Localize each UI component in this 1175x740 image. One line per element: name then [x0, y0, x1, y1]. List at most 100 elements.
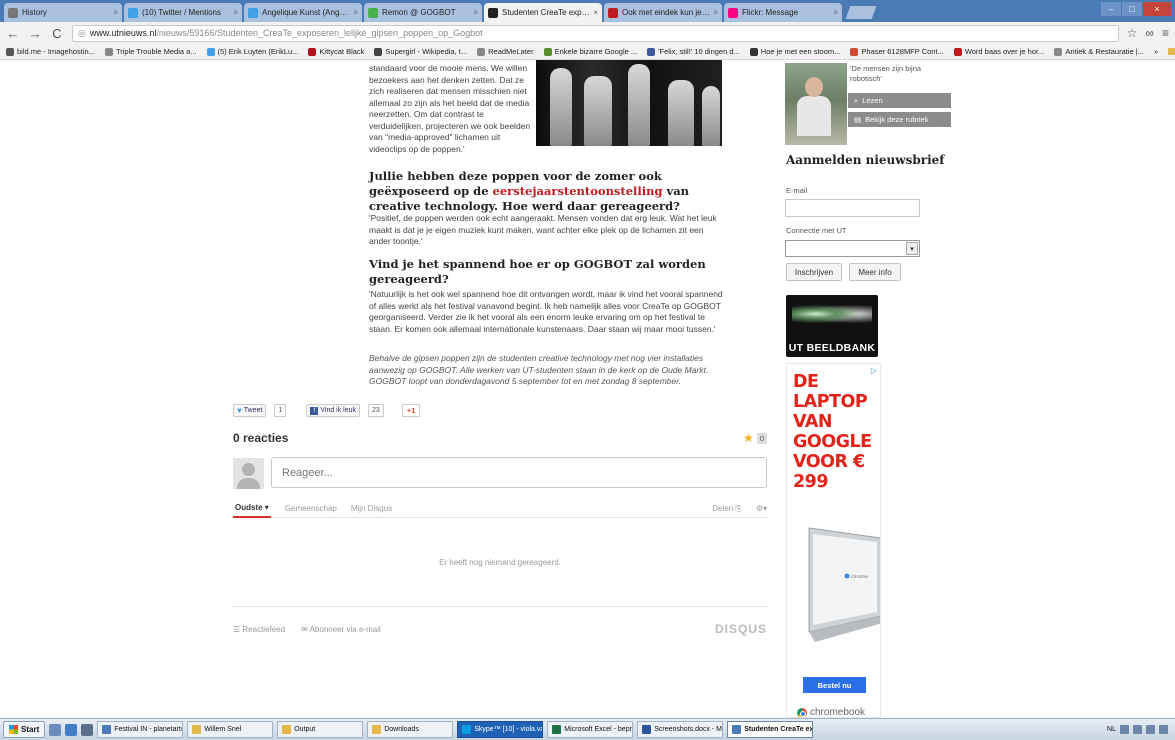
- browser-tab[interactable]: History ×: [4, 3, 122, 22]
- mail-icon: ✉: [301, 624, 308, 634]
- close-icon[interactable]: ×: [113, 8, 118, 17]
- image-icon: [368, 7, 378, 18]
- taskbar-item[interactable]: Skype™ [10] - viola.van...: [457, 721, 544, 738]
- close-icon[interactable]: ×: [473, 8, 478, 17]
- forward-icon[interactable]: →: [28, 26, 42, 41]
- bookmark-item[interactable]: Supergirl - Wikipedia, t...: [374, 47, 467, 56]
- bookmark-star-icon[interactable]: ☆: [1127, 26, 1138, 40]
- mannequin-figure: [628, 64, 650, 146]
- browser-tab[interactable]: Angelique Kunst (Angeliquek...×: [244, 3, 362, 22]
- dropdown-arrow-icon[interactable]: ▾: [906, 242, 918, 255]
- network-icon[interactable]: [1120, 725, 1129, 734]
- comment-input[interactable]: [271, 457, 767, 488]
- reload-icon[interactable]: C: [50, 26, 64, 41]
- close-icon[interactable]: ×: [353, 8, 358, 17]
- browser-tab[interactable]: (10) Twitter / Mentions ×: [124, 3, 242, 22]
- bookmark-item[interactable]: bild.me - Imagehostin...: [6, 47, 95, 56]
- close-icon[interactable]: ×: [593, 8, 598, 17]
- browser-tab[interactable]: Studenten CreaTe exposeren×: [484, 3, 602, 22]
- read-button[interactable]: ⌕ Lezen: [848, 93, 951, 108]
- web-page: standaard voor de mooie mens. We willen …: [0, 60, 1175, 718]
- maximize-icon[interactable]: □: [1122, 2, 1142, 16]
- disqus-logo[interactable]: DISQUS: [715, 622, 767, 636]
- close-icon[interactable]: ×: [233, 8, 238, 17]
- taskbar-item[interactable]: Screenshots.docx - Micr...: [637, 721, 724, 738]
- star-icon[interactable]: ★: [743, 431, 754, 445]
- article-answer-2: 'Natuurlijk is het ook wel spannend hoe …: [369, 289, 723, 334]
- settings-gear-icon[interactable]: ⚙▾: [756, 504, 767, 513]
- bookmark-item[interactable]: 'Felix, stil!' 10 dingen d...: [647, 47, 740, 56]
- overflow-chevron-icon[interactable]: »: [1154, 47, 1158, 56]
- view-column-label: Bekijk deze rubriek: [865, 115, 929, 124]
- bookmark-item[interactable]: ReadMeLater: [477, 47, 534, 56]
- task-list: Festival IN - planetart@... Willem Snel Ou…: [97, 721, 814, 738]
- system-tray: NL: [1103, 725, 1172, 734]
- email-field[interactable]: [785, 199, 920, 217]
- bookmark-item[interactable]: Antiek & Restauratie |...: [1054, 47, 1144, 56]
- extension-icon[interactable]: ∞: [1145, 26, 1154, 40]
- connection-select[interactable]: ▾: [785, 240, 920, 257]
- bookmark-label: Supergirl - Wikipedia, t...: [385, 47, 468, 56]
- ut-beeldbank-banner[interactable]: UT BEELDBANK: [786, 295, 878, 357]
- google-plus-button[interactable]: +1: [401, 404, 421, 417]
- mannequin-figure: [702, 86, 720, 146]
- order-now-button[interactable]: Bestel nu: [803, 677, 866, 693]
- address-bar[interactable]: ◎ www.utnieuws.nl/nieuws/59166/Studenten…: [72, 24, 1119, 42]
- tab-community[interactable]: Gemeenschap: [285, 500, 337, 518]
- taskbar-item-label: Festival IN - planetart@...: [114, 726, 182, 733]
- back-icon[interactable]: ←: [6, 26, 20, 41]
- taskbar-item[interactable]: Downloads: [367, 721, 454, 738]
- subscribe-email-link[interactable]: ✉ Abonneer via e-mail: [301, 625, 381, 634]
- menu-icon[interactable]: ≡: [1162, 26, 1169, 40]
- bookmark-item[interactable]: Hoe je met een stoom...: [749, 47, 840, 56]
- clock-icon[interactable]: [1159, 725, 1168, 734]
- other-bookmarks[interactable]: »Other bookmarks: [1154, 47, 1175, 56]
- laptop-illustration: chrome: [808, 527, 880, 642]
- tweet-button[interactable]: ♥ Tweet: [233, 404, 267, 417]
- language-indicator[interactable]: NL: [1107, 726, 1116, 733]
- chromebook-ad[interactable]: ▷ DE LAPTOP VAN GOOGLE VOOR € 299 chrome…: [786, 363, 881, 718]
- quicklaunch-desktop-icon[interactable]: [49, 723, 62, 736]
- bookmark-label: Word baas over je hor...: [964, 47, 1045, 56]
- security-icon[interactable]: [1146, 725, 1155, 734]
- start-button[interactable]: Start: [3, 721, 46, 738]
- bookmark-item[interactable]: Triple Trouble Media a...: [104, 47, 197, 56]
- tab-my-disqus[interactable]: Mijn Disqus: [351, 500, 392, 518]
- volume-icon[interactable]: [1133, 725, 1142, 734]
- taskbar-item[interactable]: Output: [277, 721, 364, 738]
- share-button[interactable]: Delen ⎘: [712, 504, 742, 514]
- subscribe-button[interactable]: Inschrijven: [786, 263, 842, 281]
- browser-tab[interactable]: Ook met eindek kun je God c...×: [604, 3, 722, 22]
- bookmark-item[interactable]: Kittycat Black: [308, 47, 364, 56]
- close-icon[interactable]: ×: [833, 8, 838, 17]
- quicklaunch-browser-icon[interactable]: [65, 723, 78, 736]
- mannequin-figure: [584, 76, 612, 146]
- browser-tab[interactable]: Remon @ GOGBOT ×: [364, 3, 482, 22]
- more-info-button[interactable]: Meer info: [849, 263, 901, 281]
- bookmark-item[interactable]: Word baas over je hor...: [953, 47, 1045, 56]
- close-window-icon[interactable]: ×: [1143, 2, 1171, 16]
- bookmark-item[interactable]: Phaser 6128MFP Cont...: [850, 47, 944, 56]
- tab-oldest[interactable]: Oudste ▾: [233, 500, 271, 518]
- taskbar-item[interactable]: Microsoft Excel - beproé...: [547, 721, 634, 738]
- window-controls: – □ ×: [1101, 2, 1171, 16]
- recommend-box[interactable]: ★ 0: [743, 431, 767, 445]
- new-tab-button[interactable]: [845, 6, 877, 19]
- facebook-like-button[interactable]: f Vind ik leuk: [306, 404, 361, 417]
- bookmark-label: ReadMeLater: [488, 47, 534, 56]
- bookmark-item[interactable]: Enkele bizarre Google ...: [543, 47, 637, 56]
- browser-tab[interactable]: Flickr: Message ×: [724, 3, 842, 22]
- view-column-button[interactable]: ▤ Bekijk deze rubriek: [848, 112, 951, 127]
- bookmark-item[interactable]: (5) Erik Luyten (ErikLu...: [206, 47, 298, 56]
- ad-headline: DE LAPTOP VAN GOOGLE VOOR € 299: [793, 372, 872, 492]
- quicklaunch-explorer-icon[interactable]: [81, 723, 94, 736]
- minimize-icon[interactable]: –: [1101, 2, 1121, 16]
- taskbar-item[interactable]: Willem Snel: [187, 721, 274, 738]
- taskbar-item[interactable]: Festival IN - planetart@...: [97, 721, 184, 738]
- taskbar-item[interactable]: Studenten CreaTe ex...: [727, 721, 814, 738]
- column-author-photo[interactable]: [785, 63, 847, 145]
- page-info-icon[interactable]: ◎: [78, 28, 86, 39]
- close-icon[interactable]: ×: [713, 8, 718, 17]
- comment-feed-link[interactable]: ☰ Reactiefeed: [233, 625, 285, 634]
- exhibition-link[interactable]: eerstejaarstentoonstelling: [493, 184, 663, 198]
